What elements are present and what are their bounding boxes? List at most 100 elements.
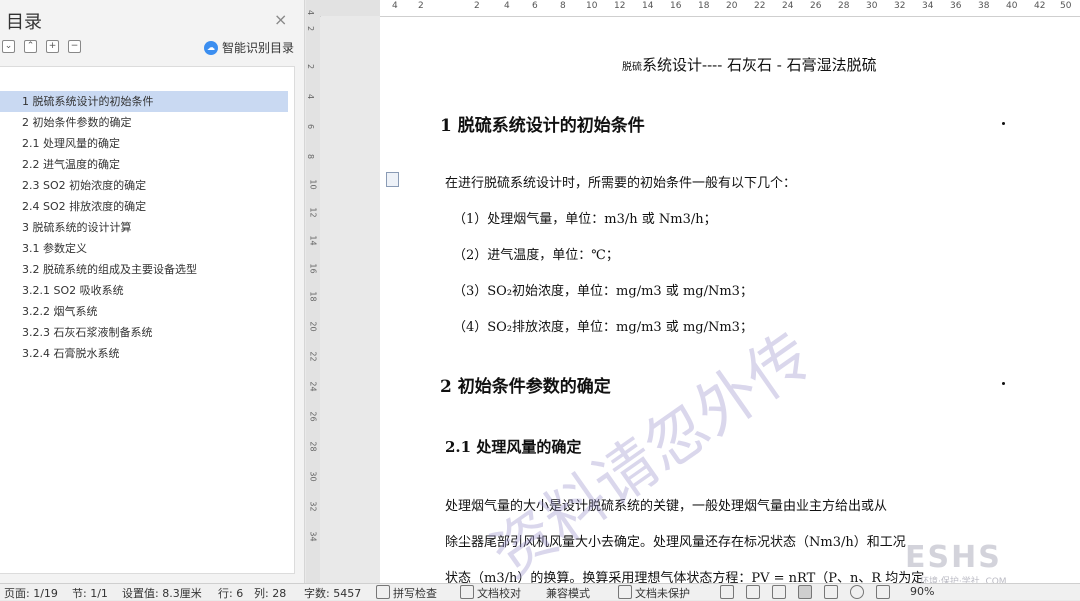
ruler-tick: 20: [726, 1, 738, 11]
ruler-tick: 28: [838, 1, 850, 11]
ruler-tick: 36: [950, 1, 962, 11]
ruler-tick: 28: [308, 441, 318, 452]
body-line: 处理烟气量的大小是设计脱硫系统的关键，一般处理烟气量由业主方给出或从: [445, 499, 888, 514]
heading-2: 2 初始条件参数的确定: [440, 377, 611, 397]
doc-title: 脱硫系统设计---- 石灰石 - 石膏湿法脱硫: [622, 54, 877, 75]
page-gutter: [320, 17, 380, 583]
ruler-tick: 4: [504, 1, 510, 11]
ruler-tick: 4: [306, 9, 316, 16]
remove-icon[interactable]: −: [68, 40, 81, 53]
horizontal-ruler: 4 2 2 4 6 8 10 12 14 16 18 20 22 24 26 2…: [380, 0, 1080, 17]
add-icon[interactable]: +: [46, 40, 59, 53]
web-view-icon[interactable]: [850, 585, 864, 599]
heading-2-1: 2.1 处理风量的确定: [445, 438, 582, 456]
toc-item[interactable]: 3.1 参数定义: [0, 238, 288, 259]
intro-paragraph: 在进行脱硫系统设计时，所需要的初始条件一般有以下几个：: [445, 176, 797, 191]
spellcheck-icon[interactable]: [376, 585, 390, 599]
toc-pane: 目录 × ⌄ ⌃ + − ☁ 智能识别目录 1 脱硫系统设计的初始条件 2 初始…: [0, 0, 305, 583]
ruler-tick: 30: [866, 1, 878, 11]
heading-1: 1 脱硫系统设计的初始条件: [440, 116, 645, 136]
layout-icon[interactable]: [772, 585, 786, 599]
smart-toc-button[interactable]: ☁ 智能识别目录: [204, 39, 294, 56]
paragraph-handle-icon[interactable]: [386, 172, 399, 187]
toc-item[interactable]: 3.2.3 石灰石浆液制备系统: [0, 322, 288, 343]
ruler-tick: 12: [308, 207, 318, 218]
toc-item[interactable]: 3.2 脱硫系统的组成及主要设备选型: [0, 259, 288, 280]
view-icon[interactable]: [746, 585, 760, 599]
page-view-icon[interactable]: [798, 585, 812, 599]
smart-toc-label: 智能识别目录: [222, 41, 295, 55]
ruler-tick: 22: [754, 1, 766, 11]
close-icon[interactable]: ×: [274, 10, 287, 29]
ruler-tick: 12: [614, 1, 626, 11]
format-mark: [1002, 382, 1005, 385]
toc-item[interactable]: 2.3 SO2 初始浓度的确定: [0, 175, 288, 196]
doc-title-small: 脱硫: [622, 62, 642, 73]
ruler-tick: 26: [308, 411, 318, 422]
doc-title-main: 系统设计---- 石灰石 - 石膏湿法脱硫: [642, 56, 877, 74]
toc-item[interactable]: 3 脱硫系统的设计计算: [0, 217, 288, 238]
toc-list: 1 脱硫系统设计的初始条件 2 初始条件参数的确定 2.1 处理风量的确定 2.…: [0, 66, 295, 574]
read-view-icon[interactable]: [876, 585, 890, 599]
ruler-tick: 2: [306, 63, 316, 70]
list-item: （3）SO₂初始浓度，单位：mg/m3 或 mg/Nm3；: [453, 284, 753, 299]
vertical-ruler: 4 2 2 4 6 8 10 12 14 16 18 20 22 24 26 2…: [306, 0, 321, 583]
ruler-tick: 10: [308, 179, 318, 190]
toc-item[interactable]: 2.2 进气温度的确定: [0, 154, 288, 175]
toc-title: 目录: [6, 12, 42, 33]
expand-icon[interactable]: ⌃: [24, 40, 37, 53]
ruler-tick: 20: [308, 321, 318, 332]
ruler-tick: 14: [308, 235, 318, 246]
ruler-tick: 34: [922, 1, 934, 11]
ruler-tick: 2: [306, 25, 316, 32]
ruler-tick: 24: [782, 1, 794, 11]
ruler-tick: 2: [474, 1, 480, 11]
toc-item[interactable]: 2 初始条件参数的确定: [0, 112, 288, 133]
ruler-tick: 32: [894, 1, 906, 11]
ruler-tick: 38: [978, 1, 990, 11]
ruler-tick: 16: [308, 263, 318, 274]
body-line: 除尘器尾部引风机风量大小去确定。处理风量还存在标况状态（Nm3/h）和工况: [445, 535, 906, 550]
ruler-tick: 8: [306, 153, 316, 160]
ruler-tick: 16: [670, 1, 682, 11]
toc-item[interactable]: 2.1 处理风量的确定: [0, 133, 288, 154]
ruler-margin: [320, 0, 380, 16]
outline-view-icon[interactable]: [824, 585, 838, 599]
ruler-tick: 40: [1006, 1, 1018, 11]
eye-icon[interactable]: [720, 585, 734, 599]
ruler-tick: 50: [1060, 1, 1072, 11]
ruler-tick: 34: [308, 531, 318, 542]
list-item: （1）处理烟气量，单位：m3/h 或 Nm3/h；: [453, 212, 717, 227]
ruler-tick: 6: [306, 123, 316, 130]
cloud-icon: ☁: [204, 40, 218, 55]
ruler-tick: 2: [418, 1, 424, 11]
site-logo: ESHS: [905, 540, 1002, 575]
list-item: （2）进气温度，单位：℃；: [453, 248, 619, 263]
collapse-icon[interactable]: ⌄: [2, 40, 15, 53]
ruler-tick: 18: [308, 291, 318, 302]
ruler-tick: 4: [306, 93, 316, 100]
proof-icon[interactable]: [460, 585, 474, 599]
ruler-tick: 22: [308, 351, 318, 362]
status-bar: 页面: 1/19 节: 1/1 设置值: 8.3厘米 行: 6 列: 28 字数…: [0, 583, 1080, 600]
ruler-tick: 32: [308, 501, 318, 512]
ruler-tick: 8: [560, 1, 566, 11]
list-item: （4）SO₂排放浓度，单位：mg/m3 或 mg/Nm3；: [453, 320, 753, 335]
toc-item[interactable]: 3.2.4 石膏脱水系统: [0, 343, 288, 364]
zoom-level[interactable]: 90%: [910, 585, 934, 598]
ruler-tick: 30: [308, 471, 318, 482]
ruler-tick: 26: [810, 1, 822, 11]
protect-icon[interactable]: [618, 585, 632, 599]
ruler-tick: 14: [642, 1, 654, 11]
ruler-tick: 6: [532, 1, 538, 11]
toc-item[interactable]: 3.2.2 烟气系统: [0, 301, 288, 322]
ruler-tick: 24: [308, 381, 318, 392]
ruler-tick: 42: [1034, 1, 1046, 11]
ruler-tick: 18: [698, 1, 710, 11]
toc-item[interactable]: 2.4 SO2 排放浓度的确定: [0, 196, 288, 217]
ruler-tick: 4: [392, 1, 398, 11]
toc-item[interactable]: 3.2.1 SO2 吸收系统: [0, 280, 288, 301]
ruler-tick: 10: [586, 1, 598, 11]
format-mark: [1002, 122, 1005, 125]
toc-item[interactable]: 1 脱硫系统设计的初始条件: [0, 91, 288, 112]
